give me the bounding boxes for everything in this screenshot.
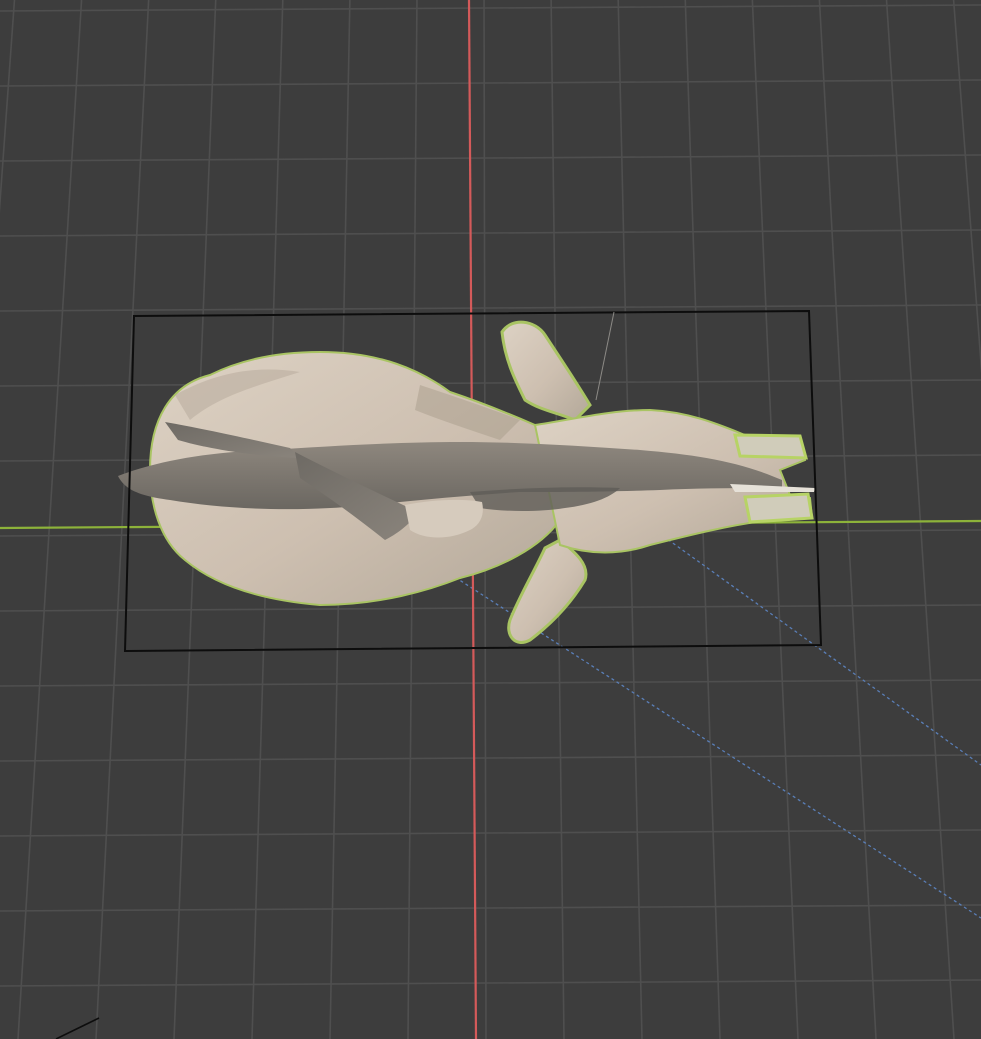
grid-line (0, 754, 981, 762)
grid-line (0, 679, 981, 687)
grid-line (0, 379, 981, 387)
grid-line (0, 154, 981, 162)
grid-line (0, 229, 981, 237)
grid-line (17, 0, 83, 1039)
grid-line (0, 829, 981, 837)
grid-line (0, 304, 981, 312)
camera-frustum-icon (55, 1017, 100, 1039)
grid-line (0, 604, 981, 612)
grid-line (0, 979, 981, 987)
bone-upper-process (500, 320, 592, 422)
bone-tip-lower (743, 492, 814, 524)
bone-tip-upper (733, 433, 808, 460)
grid-line (0, 79, 981, 87)
guide-line (595, 311, 615, 401)
bone-lower-process (507, 538, 588, 644)
3d-viewport[interactable] (0, 0, 981, 1039)
view-axis-dotted-line (389, 534, 981, 919)
viewport-canvas[interactable] (0, 0, 981, 1039)
grid-line (0, 4, 981, 12)
bone-mesh[interactable] (118, 320, 815, 644)
grid-line (0, 0, 16, 214)
grid-line (0, 904, 981, 912)
grid-line (95, 0, 150, 1039)
